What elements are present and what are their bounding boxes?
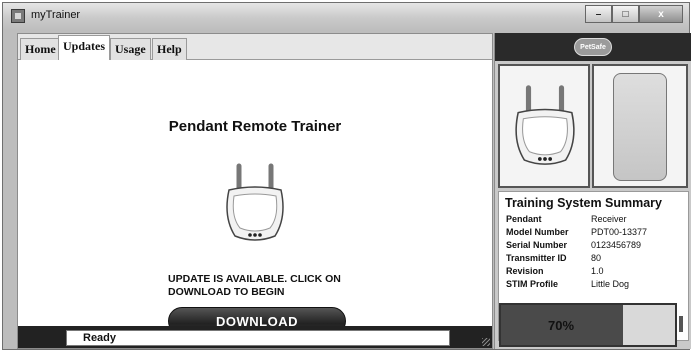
status-bar: Ready — [18, 326, 492, 348]
tab-help[interactable]: Help — [152, 38, 187, 60]
summary-key: Pendant — [506, 214, 542, 224]
status-text: Ready — [66, 330, 450, 346]
remote-transmitter-icon — [613, 73, 667, 181]
summary-value: Receiver — [591, 214, 627, 224]
app-window: myTrainer – □ x Home Updates Usage Help … — [2, 2, 691, 350]
update-available-message: UPDATE IS AVAILABLE. CLICK ON DOWNLOAD T… — [168, 273, 341, 298]
close-button[interactable]: x — [639, 5, 683, 23]
tab-bar: Home Updates Usage Help — [18, 34, 492, 61]
resize-grip-icon[interactable] — [482, 338, 490, 346]
summary-value: 1.0 — [591, 266, 604, 276]
battery-indicator: 70% — [499, 303, 677, 347]
summary-value: Little Dog — [591, 279, 630, 289]
summary-value: 0123456789 — [591, 240, 642, 250]
summary-key: STIM Profile — [506, 279, 559, 289]
remote-thumbnail[interactable] — [592, 64, 688, 188]
maximize-button[interactable]: □ — [612, 5, 639, 23]
product-title: Pendant Remote Trainer — [168, 118, 342, 135]
battery-percent: 70% — [547, 317, 575, 333]
main-panel: Home Updates Usage Help Pendant Remote T… — [17, 33, 493, 349]
pendant-collar-icon — [226, 163, 284, 241]
summary-key: Model Number — [506, 227, 569, 237]
updates-content: Pendant Remote Trainer UPDATE IS AVAILAB… — [18, 60, 492, 335]
summary-key: Revision — [506, 266, 544, 276]
tab-usage[interactable]: Usage — [110, 38, 151, 60]
tab-updates[interactable]: Updates — [58, 35, 111, 61]
title-bar[interactable]: myTrainer – □ x — [3, 3, 689, 31]
summary-key: Serial Number — [506, 240, 568, 250]
battery-tip-icon — [679, 316, 683, 332]
window-controls: – □ x — [585, 5, 683, 23]
pendant-collar-icon — [515, 85, 575, 165]
pendant-thumbnail[interactable] — [498, 64, 590, 188]
petsafe-logo: PetSafe — [574, 38, 612, 56]
side-panel: PetSafe Training System Summary Pendant … — [494, 33, 691, 349]
minimize-button[interactable]: – — [585, 5, 612, 23]
summary-key: Transmitter ID — [506, 253, 567, 263]
summary-value: 80 — [591, 253, 602, 263]
summary-title: Training System Summary — [505, 196, 663, 210]
brand-bar: PetSafe — [495, 33, 691, 61]
app-icon — [11, 9, 25, 23]
summary-value: PDT00-13377 — [591, 227, 648, 237]
window-title: myTrainer — [31, 9, 81, 21]
tab-home[interactable]: Home — [20, 38, 61, 60]
